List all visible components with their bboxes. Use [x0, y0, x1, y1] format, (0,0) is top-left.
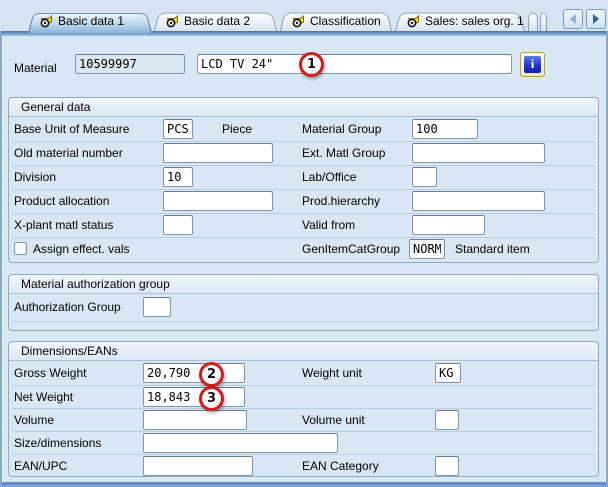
gross-weight-label: Gross Weight [14, 366, 86, 380]
ean-upc-label: EAN/UPC [14, 459, 67, 473]
tab-label: Basic data 2 [184, 14, 250, 28]
xplant-matl-status-label: X-plant matl status [14, 218, 113, 232]
tab-sales-sales-org-1[interactable]: Sales: sales org. 1 [395, 11, 525, 31]
prod-hierarchy-label: Prod.hierarchy [302, 194, 380, 208]
prod-hierarchy-field[interactable] [412, 191, 545, 211]
material-number-field[interactable] [75, 54, 185, 74]
material-group-label: Material Group [302, 122, 381, 136]
material-authorization-header: Material authorization group [9, 275, 598, 294]
net-weight-field[interactable] [143, 387, 245, 407]
row-separator [12, 385, 595, 386]
annotation-circle-3: 3 [199, 386, 224, 411]
old-material-number-label: Old material number [14, 146, 123, 160]
tab-classification[interactable]: Classification [280, 11, 392, 31]
dimensions-eans-header: Dimensions/EANs [9, 342, 598, 361]
tab-page-icon [407, 15, 421, 28]
base-unit-description: Piece [222, 122, 252, 136]
tab-scroll-right-button[interactable] [586, 9, 606, 29]
row-separator [12, 141, 595, 142]
row-separator [12, 237, 595, 238]
division-field[interactable] [163, 167, 193, 187]
gen-item-cat-group-label: GenItemCatGroup [302, 242, 400, 256]
row-separator [12, 431, 595, 432]
annotation-circle-1: 1 [299, 52, 324, 77]
ean-category-field[interactable] [435, 456, 459, 476]
valid-from-field[interactable] [412, 215, 485, 235]
row-separator [12, 189, 595, 190]
volume-label: Volume [14, 413, 54, 427]
row-separator [12, 213, 595, 214]
ext-matl-group-field[interactable] [412, 143, 545, 163]
ean-upc-field[interactable] [143, 456, 253, 476]
base-unit-field[interactable] [163, 119, 193, 139]
assign-effect-vals-label: Assign effect. vals [33, 242, 130, 256]
material-description-field[interactable] [197, 54, 512, 74]
net-weight-label: Net Weight [14, 390, 73, 404]
row-separator [12, 454, 595, 455]
tab-page-icon [40, 15, 54, 28]
valid-from-label: Valid from [302, 218, 355, 232]
tab-overflow-stub [540, 11, 547, 31]
size-dimensions-label: Size/dimensions [14, 436, 101, 450]
tab-scroll-left-button[interactable] [563, 9, 583, 29]
row-separator [12, 321, 595, 322]
gen-item-cat-group-description: Standard item [455, 242, 530, 256]
information-button[interactable]: i [520, 52, 545, 77]
info-icon: i [524, 56, 541, 73]
division-label: Division [14, 170, 56, 184]
tab-basic-data-2[interactable]: Basic data 2 [154, 11, 277, 31]
material-group-field[interactable] [412, 119, 478, 139]
tab-basic-data-1[interactable]: Basic data 1 [28, 11, 152, 33]
ext-matl-group-label: Ext. Matl Group [302, 146, 385, 160]
dimensions-eans-groupbox: Dimensions/EANs [8, 341, 599, 477]
tab-page-icon [166, 15, 180, 28]
old-material-number-field[interactable] [163, 143, 273, 163]
volume-unit-field[interactable] [435, 410, 459, 430]
tab-label: Classification [310, 14, 381, 28]
general-data-header: General data [9, 98, 598, 117]
assign-effect-vals-checkbox[interactable] [14, 242, 27, 255]
weight-unit-label: Weight unit [302, 366, 362, 380]
size-dimensions-field[interactable] [143, 433, 338, 453]
product-allocation-label: Product allocation [14, 194, 109, 208]
authorization-group-field[interactable] [143, 297, 171, 317]
ean-category-label: EAN Category [302, 459, 379, 473]
chevron-right-icon [593, 14, 599, 24]
xplant-matl-status-field[interactable] [163, 215, 193, 235]
row-separator [12, 165, 595, 166]
chevron-left-icon [570, 14, 576, 24]
lab-office-field[interactable] [412, 167, 437, 187]
gen-item-cat-group-field[interactable] [409, 239, 445, 259]
product-allocation-field[interactable] [163, 191, 273, 211]
row-separator [12, 408, 595, 409]
weight-unit-field[interactable] [435, 363, 461, 383]
base-unit-label: Base Unit of Measure [14, 122, 129, 136]
tab-overflow-stub [528, 11, 538, 31]
gross-weight-field[interactable] [143, 363, 245, 383]
tab-label: Sales: sales org. 1 [425, 14, 524, 28]
material-label: Material [14, 61, 57, 75]
tab-page-icon [292, 15, 306, 28]
lab-office-label: Lab/Office [302, 170, 356, 184]
sap-material-basic-data-window: Basic data 1 Basic data 2 [0, 0, 608, 487]
annotation-circle-2: 2 [199, 362, 224, 387]
volume-unit-label: Volume unit [302, 413, 365, 427]
authorization-group-label: Authorization Group [14, 300, 121, 314]
tab-label: Basic data 1 [58, 14, 124, 28]
volume-field[interactable] [143, 410, 247, 430]
